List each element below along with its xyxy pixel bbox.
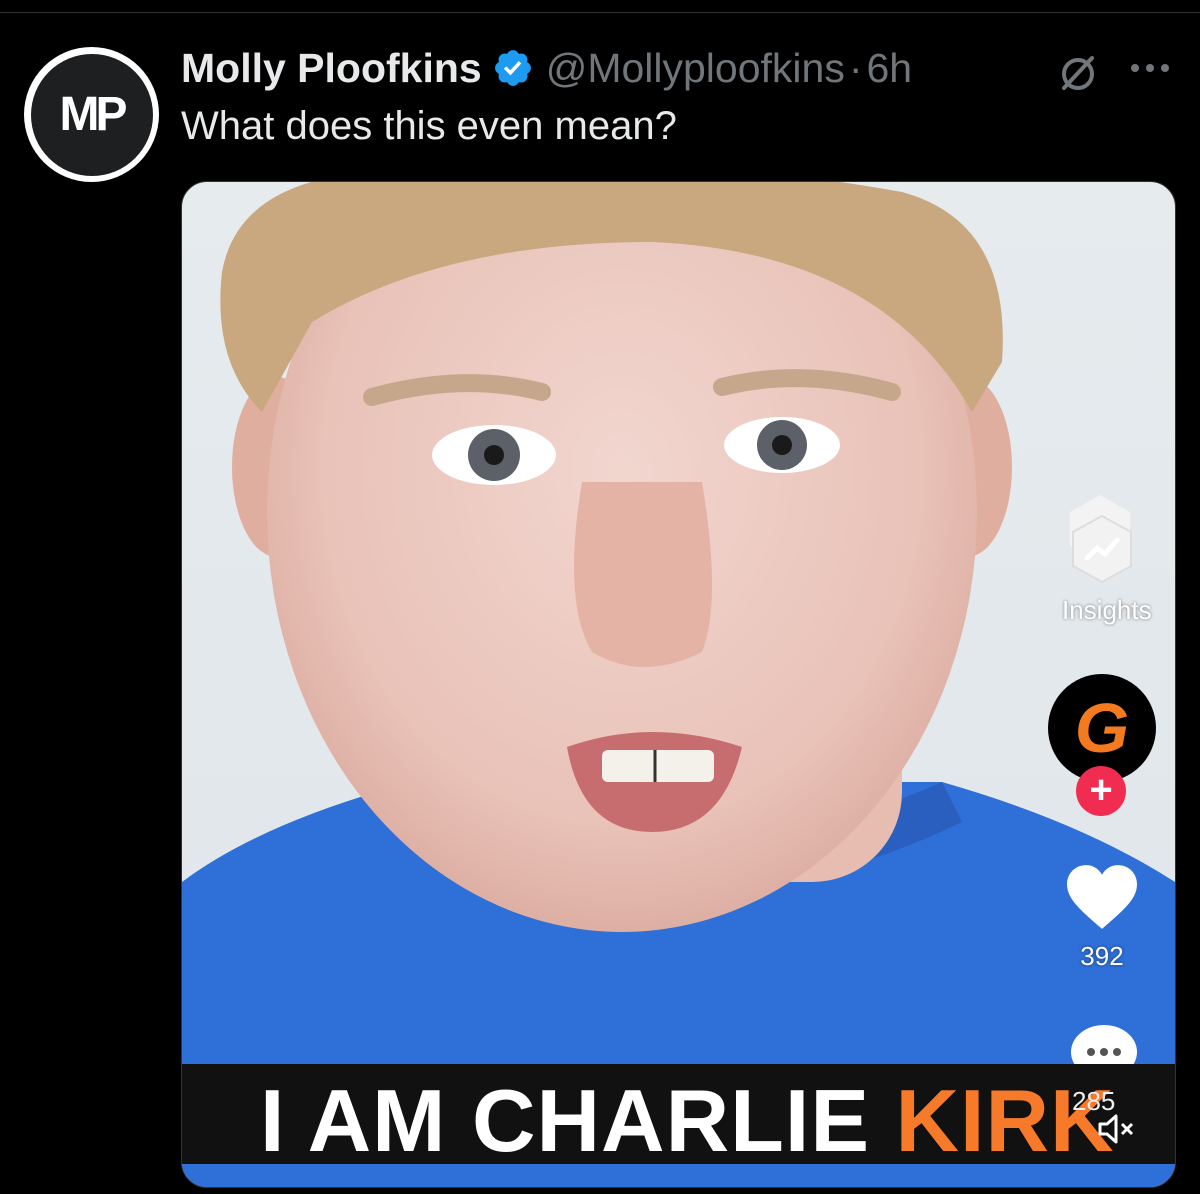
insights-icon: [1072, 514, 1132, 584]
separator-dot: ·: [848, 44, 863, 91]
caption-main: I AM CHARLIE: [260, 1071, 896, 1170]
video-media[interactable]: Insights G + 392 I AM CHARLIE KIRK 285: [181, 181, 1176, 1188]
avatar-initials: MP: [30, 53, 153, 176]
follow-plus-button[interactable]: +: [1076, 766, 1126, 816]
like-count: 392: [1080, 941, 1124, 971]
top-divider: [0, 12, 1200, 13]
author-handle[interactable]: @Mollyploofkins: [546, 45, 845, 92]
more-icon[interactable]: [1128, 56, 1172, 86]
grok-icon[interactable]: [1056, 50, 1100, 94]
heart-icon: [1067, 865, 1137, 929]
avatar[interactable]: MP: [24, 47, 159, 182]
post-text: What does this even mean?: [181, 104, 677, 148]
video-caption: I AM CHARLIE KIRK: [260, 1070, 1115, 1172]
author-name[interactable]: Molly Ploofkins: [181, 45, 482, 92]
like-button[interactable]: 392: [1062, 862, 1142, 972]
mute-icon[interactable]: [1096, 1112, 1136, 1146]
post-header: Molly Ploofkins @Mollyploofkins · 6h: [181, 42, 912, 94]
video-bottom-strip: [182, 1168, 1175, 1187]
verified-badge-icon: [494, 50, 531, 86]
post-time[interactable]: 6h: [866, 45, 912, 92]
insights-button[interactable]: Insights: [1062, 512, 1152, 626]
video-frame: [182, 182, 1175, 1187]
insights-label: Insights: [1062, 595, 1152, 625]
